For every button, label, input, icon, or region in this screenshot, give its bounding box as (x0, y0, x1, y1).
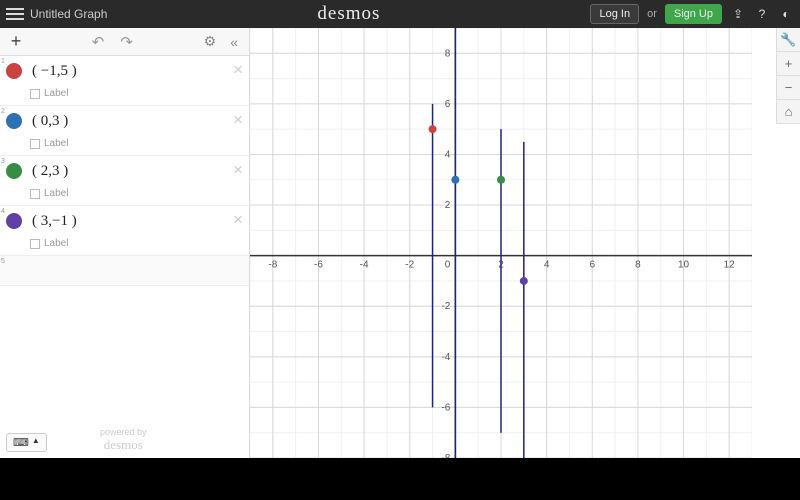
svg-text:8: 8 (445, 48, 451, 59)
powered-by: powered by desmos (100, 428, 147, 452)
undo-button[interactable]: ↶ (88, 33, 109, 51)
expr-index: 2 (1, 108, 5, 115)
color-dot[interactable] (6, 63, 22, 79)
color-dot[interactable] (6, 163, 22, 179)
expression-row[interactable]: 4 ( 3,−1 ) × Label (0, 206, 249, 256)
language-icon[interactable]: ◐ (778, 6, 794, 22)
svg-text:4: 4 (445, 149, 451, 160)
collapse-sidebar-icon[interactable]: « (227, 34, 241, 50)
svg-text:10: 10 (678, 260, 690, 271)
svg-text:-4: -4 (360, 260, 369, 271)
share-icon[interactable]: ⇪ (730, 6, 746, 22)
expr-text[interactable]: ( 2,3 ) (32, 163, 68, 180)
settings-icon[interactable]: ⚙ (201, 33, 220, 50)
label-checkbox[interactable] (30, 189, 40, 199)
graph-canvas[interactable]: -8-6-4-224681012-8-6-4-224680 🔧 + − ⌂ (250, 28, 800, 458)
svg-text:-8: -8 (441, 453, 450, 458)
label-checkbox[interactable] (30, 89, 40, 99)
svg-text:6: 6 (589, 260, 595, 271)
sidebar-toolbar: + ↶ ↷ ⚙ « (0, 28, 249, 56)
svg-text:-6: -6 (314, 260, 323, 271)
delete-expr-icon[interactable]: × (233, 60, 243, 80)
menu-icon[interactable] (6, 5, 24, 23)
expression-row[interactable]: 2 ( 0,3 ) × Label (0, 106, 249, 156)
zoom-out-button[interactable]: − (777, 76, 800, 100)
color-dot[interactable] (6, 113, 22, 129)
label-text: Label (44, 188, 68, 199)
expression-row[interactable]: 1 ( −1,5 ) × Label (0, 56, 249, 106)
app-header: Untitled Graph desmos Log In or Sign Up … (0, 0, 800, 28)
svg-text:4: 4 (544, 260, 550, 271)
svg-text:12: 12 (724, 260, 736, 271)
expr-index: 3 (1, 158, 5, 165)
svg-text:-6: -6 (441, 402, 450, 413)
svg-text:8: 8 (635, 260, 641, 271)
svg-text:6: 6 (445, 99, 451, 110)
expr-text[interactable]: ( 3,−1 ) (32, 213, 77, 230)
svg-text:-4: -4 (441, 352, 450, 363)
label-text: Label (44, 88, 68, 99)
delete-expr-icon[interactable]: × (233, 110, 243, 130)
expression-row[interactable]: 3 ( 2,3 ) × Label (0, 156, 249, 206)
label-text: Label (44, 138, 68, 149)
svg-text:-2: -2 (405, 260, 414, 271)
expr-index: 1 (1, 58, 5, 65)
delete-expr-icon[interactable]: × (233, 160, 243, 180)
or-text: or (647, 8, 657, 20)
help-icon[interactable]: ? (754, 6, 770, 22)
expr-text[interactable]: ( −1,5 ) (32, 63, 77, 80)
svg-text:2: 2 (445, 200, 451, 211)
delete-expr-icon[interactable]: × (233, 210, 243, 230)
redo-button[interactable]: ↷ (116, 33, 137, 51)
login-button[interactable]: Log In (590, 4, 639, 24)
graph-title[interactable]: Untitled Graph (30, 7, 107, 21)
svg-text:-8: -8 (268, 260, 277, 271)
expression-row-empty[interactable]: 5 (0, 256, 249, 286)
home-icon[interactable]: ⌂ (777, 100, 800, 124)
keyboard-button[interactable]: ⌨ ▲ (6, 433, 47, 452)
wrench-icon[interactable]: 🔧 (777, 28, 800, 52)
zoom-in-button[interactable]: + (777, 52, 800, 76)
expression-sidebar: + ↶ ↷ ⚙ « 1( −1,5 )×Label2( 0,3 )×Label3… (0, 28, 250, 458)
svg-text:0: 0 (445, 260, 451, 271)
graph-tools: 🔧 + − ⌂ (776, 28, 800, 124)
expr-index: 5 (1, 258, 5, 265)
signup-button[interactable]: Sign Up (665, 4, 722, 24)
expr-text[interactable]: ( 0,3 ) (32, 113, 68, 130)
label-checkbox[interactable] (30, 239, 40, 249)
add-expression-button[interactable]: + (8, 31, 24, 52)
brand-logo: desmos (113, 3, 584, 25)
svg-text:-2: -2 (441, 301, 450, 312)
label-checkbox[interactable] (30, 139, 40, 149)
label-text: Label (44, 238, 68, 249)
color-dot[interactable] (6, 213, 22, 229)
expr-index: 4 (1, 208, 5, 215)
